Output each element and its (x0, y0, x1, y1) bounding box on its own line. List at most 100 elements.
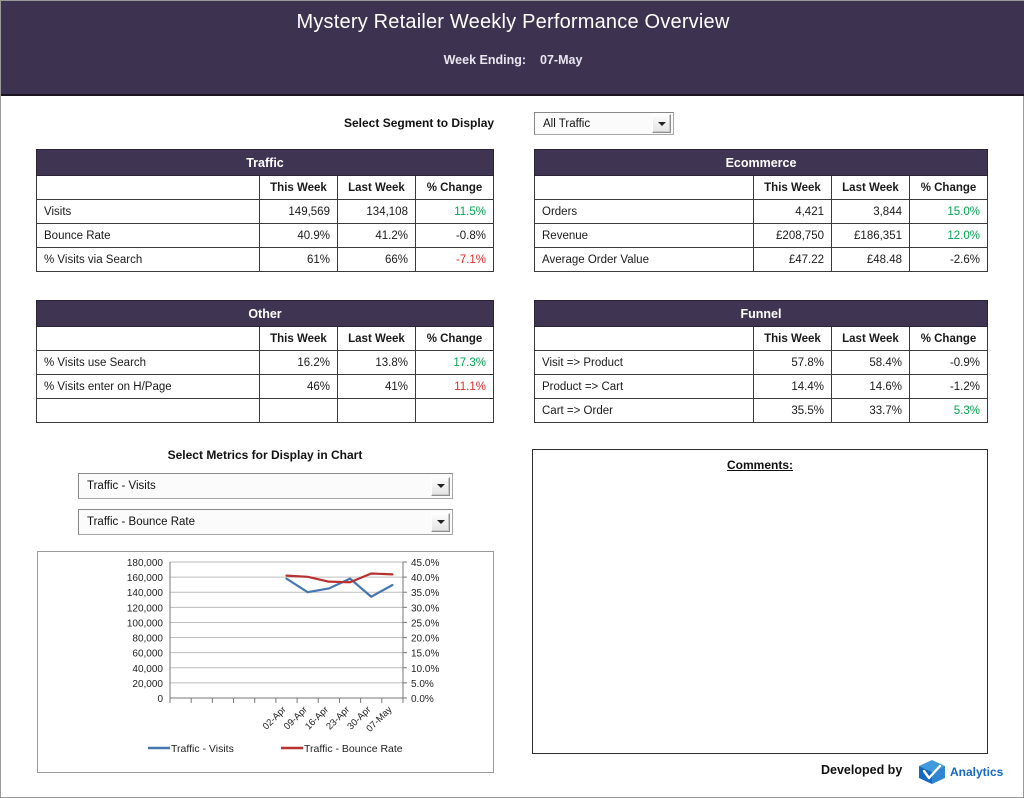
column-header-blank (534, 175, 754, 200)
cell-percent-change: 11.5% (414, 199, 495, 224)
cell-last-week: £186,351 (831, 223, 910, 248)
cell-last-week: 41% (336, 374, 416, 399)
footer-credit: Developed by (821, 763, 903, 777)
table-row: Bounce Rate 40.9% 41.2% -0.8% (36, 223, 495, 248)
column-header: This Week (258, 326, 338, 351)
y-axis-left-tick-label: 140,000 (127, 588, 164, 599)
comments-title: Comments: (726, 458, 793, 472)
row-label: Visit => Product (534, 350, 754, 375)
column-header-blank (534, 326, 754, 351)
column-header: This Week (752, 326, 832, 351)
table-row: Cart => Order 35.5% 33.7% 5.3% (534, 398, 989, 423)
cell-percent-change: 17.3% (414, 350, 495, 375)
table-title-row: Funnel (534, 300, 988, 327)
cell-last-week: 134,108 (336, 199, 416, 224)
y-axis-right-tick-label: 30.0% (411, 603, 439, 614)
table-row: Visit => Product 57.8% 58.4% -0.9% (534, 350, 989, 375)
column-header: Last Week (336, 175, 416, 200)
column-header: This Week (753, 175, 832, 200)
cell-percent-change (414, 398, 495, 423)
y-axis-left-tick-label: 0 (157, 694, 163, 705)
row-label: % Visits enter on H/Page (36, 374, 260, 399)
column-header: Last Week (830, 326, 910, 351)
cell-this-week: 57.8% (752, 350, 832, 375)
cell-percent-change: 11.1% (414, 374, 495, 399)
y-axis-left-tick-label: 160,000 (127, 573, 164, 584)
column-header: This Week (258, 175, 338, 200)
row-label: Orders (534, 199, 754, 224)
chevron-down-icon[interactable] (652, 114, 671, 133)
cell-last-week: 13.8% (336, 350, 416, 375)
table-row: Orders 4,421 3,844 15.0% (534, 199, 988, 224)
cell-this-week: 40.9% (258, 223, 338, 248)
column-header-blank (36, 326, 260, 351)
row-label (36, 398, 260, 423)
y-axis-right-tick-label: 35.0% (411, 588, 439, 599)
metric-1-value: Traffic - Visits (87, 480, 156, 492)
traffic-table-panel: Traffic This Week Last Week% Change Visits 1… (36, 149, 495, 272)
column-header: % Change (414, 175, 495, 200)
table-row: % Visits enter on H/Page 46% 41% 11.1% (36, 374, 495, 399)
y-axis-left-tick-label: 180,000 (127, 558, 164, 569)
table-title: Other (36, 300, 494, 327)
cell-last-week (336, 398, 416, 423)
chevron-down-icon[interactable] (431, 512, 450, 532)
comments-panel[interactable]: Comments: (532, 449, 988, 754)
metric-1-select[interactable]: Traffic - Visits (78, 473, 453, 499)
cell-percent-change: -0.9% (908, 350, 989, 375)
row-label: % Visits via Search (36, 247, 260, 272)
table-row: Average Order Value £47.22 £48.48 -2.6% (534, 247, 988, 272)
cell-this-week: 16.2% (258, 350, 338, 375)
cell-this-week: 149,569 (258, 199, 338, 224)
table-title: Ecommerce (534, 149, 988, 176)
cell-this-week: £47.22 (753, 247, 832, 272)
other-table-panel: Other This Week Last Week% Change% Visits … (36, 300, 495, 423)
cell-last-week: 66% (336, 247, 416, 272)
table-title-row: Ecommerce (534, 149, 988, 176)
week-ending: Week Ending: 07-May (1, 53, 1024, 67)
table-row: Product => Cart 14.4% 14.6% -1.2% (534, 374, 989, 399)
row-label: Revenue (534, 223, 754, 248)
table-row: % Visits via Search 61% 66% -7.1% (36, 247, 495, 272)
row-label: % Visits use Search (36, 350, 260, 375)
cell-percent-change: -2.6% (909, 247, 988, 272)
table-title-row: Other (36, 300, 494, 327)
ecommerce-table: Ecommerce This Week Last Week% Change Order… (534, 149, 988, 272)
y-axis-right-tick-label: 25.0% (411, 618, 439, 629)
week-ending-label: Week Ending: (443, 53, 527, 67)
segment-select[interactable]: All Traffic (534, 112, 674, 135)
y-axis-left-tick-label: 20,000 (132, 679, 163, 690)
table-row: % Visits use Search 16.2% 13.8% 17.3% (36, 350, 495, 375)
table-title: Funnel (534, 300, 988, 327)
table-row: Visits 149,569 134,108 11.5% (36, 199, 495, 224)
y-axis-right-tick-label: 10.0% (411, 664, 439, 675)
y-axis-right-tick-label: 20.0% (411, 634, 439, 645)
column-header: Last Week (336, 326, 416, 351)
chevron-down-icon[interactable] (431, 476, 450, 496)
cell-this-week: £208,750 (753, 223, 832, 248)
cube-icon (919, 760, 945, 784)
table-row: Revenue £208,750 £186,351 12.0% (534, 223, 988, 248)
y-axis-right-tick-label: 5.0% (411, 679, 434, 690)
table-header-row: This Week Last Week% Change (534, 326, 989, 351)
analytics-logo-text: Analytics (950, 765, 1004, 779)
legend-label-2: Traffic - Bounce Rate (304, 743, 403, 755)
cell-this-week (258, 398, 338, 423)
cell-last-week: 33.7% (830, 398, 910, 423)
ecommerce-table-panel: Ecommerce This Week Last Week% Change Order… (534, 149, 988, 272)
metrics-select-label: Select Metrics for Display in Chart (167, 448, 363, 462)
cell-last-week: 58.4% (830, 350, 910, 375)
funnel-table: Funnel This Week Last Week% Change Visit =>… (534, 300, 989, 423)
column-header: Last Week (831, 175, 910, 200)
cell-this-week: 61% (258, 247, 338, 272)
other-table: Other This Week Last Week% Change% Visits … (36, 300, 495, 423)
table-row-empty (36, 398, 495, 423)
cell-percent-change: -0.8% (414, 223, 495, 248)
metrics-chart: 0 20,000 40,000 60,000 80,000 100,000 120,000 1… (37, 551, 494, 773)
cell-percent-change: 12.0% (909, 223, 988, 248)
metrics-chart-svg: 0 20,000 40,000 60,000 80,000 100,000 120,000 1… (127, 558, 440, 755)
page-title: Mystery Retailer Weekly Performance Over… (296, 11, 730, 33)
metric-2-select[interactable]: Traffic - Bounce Rate (78, 509, 453, 535)
y-axis-left-tick-label: 80,000 (132, 634, 163, 645)
y-axis-left-tick-label: 60,000 (132, 649, 163, 660)
